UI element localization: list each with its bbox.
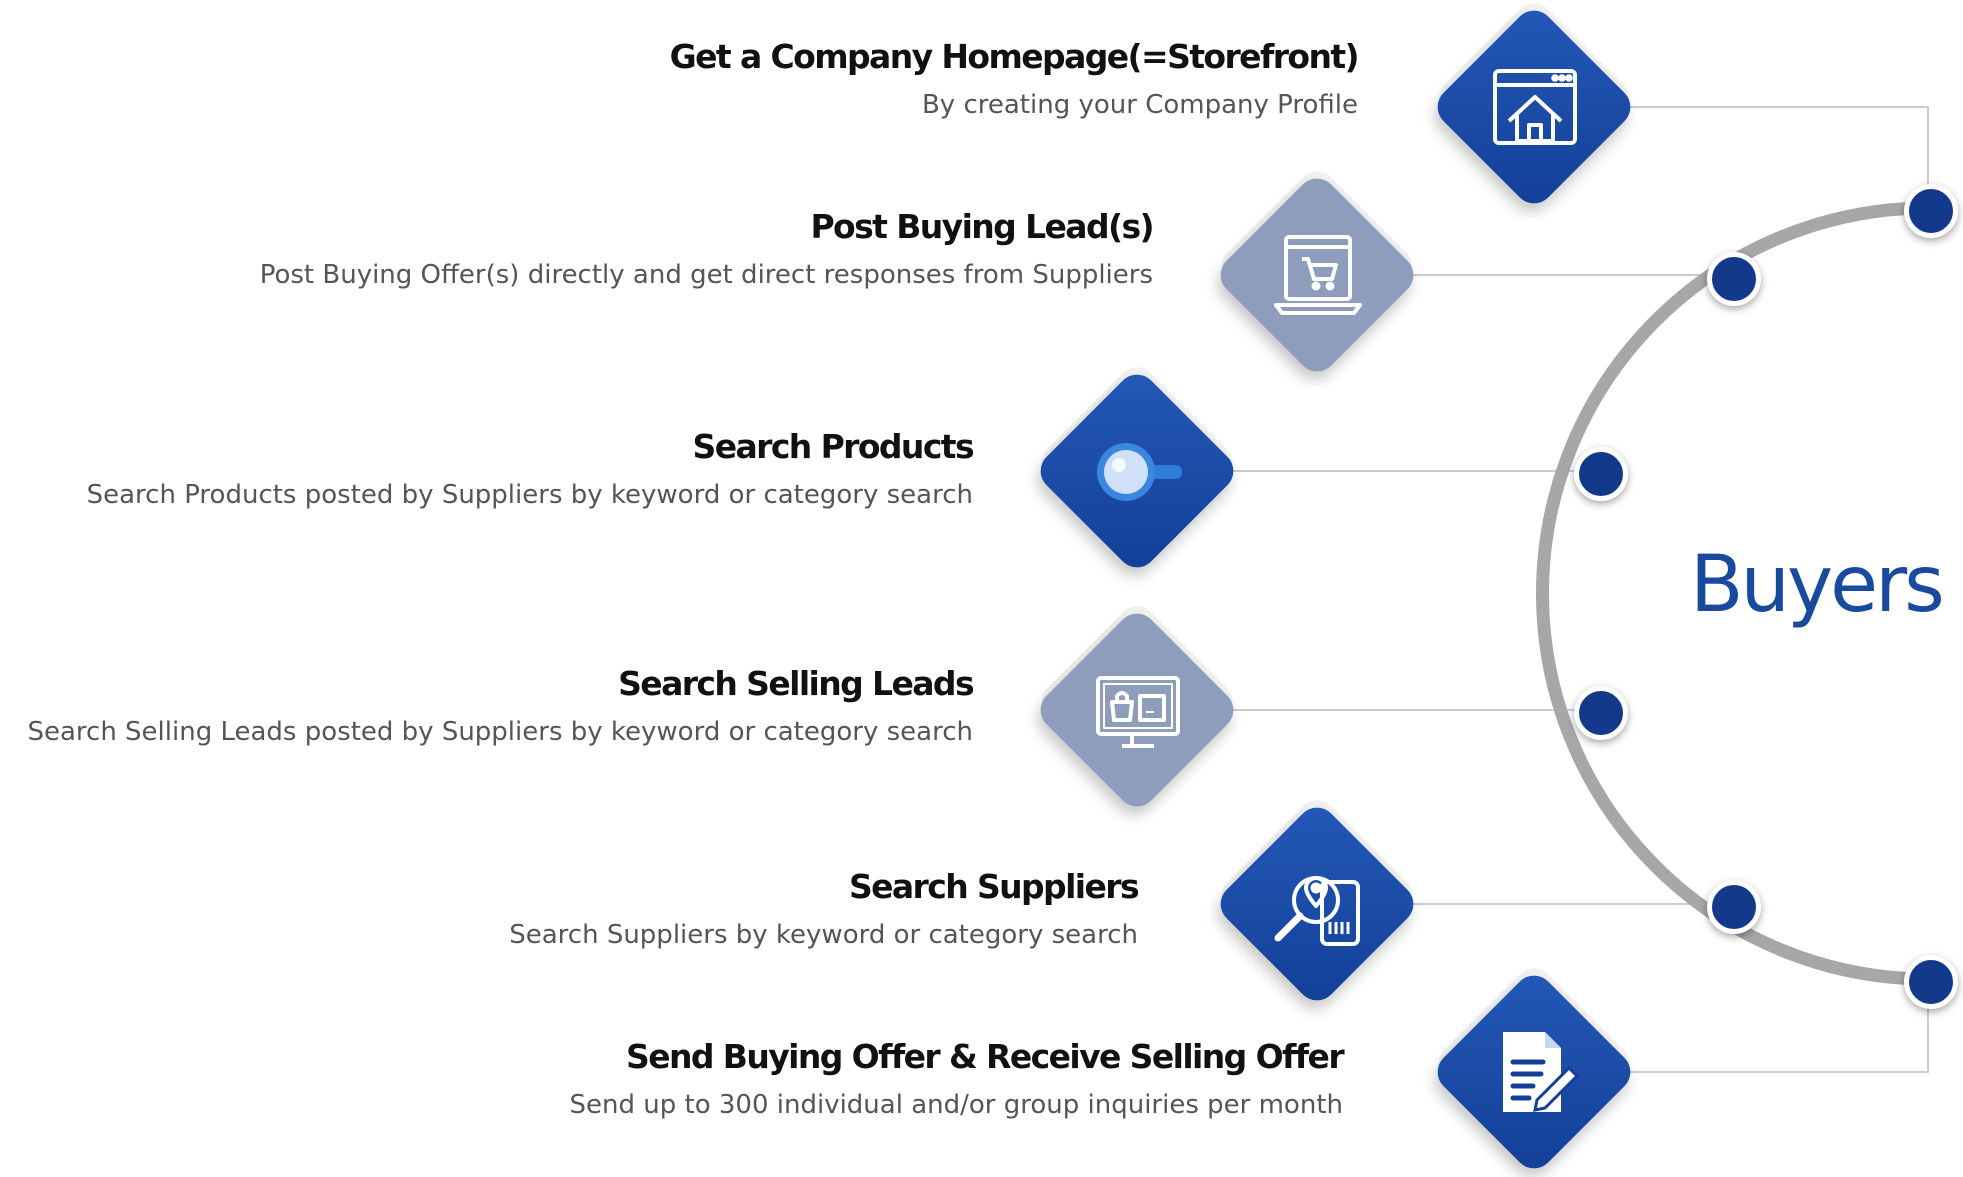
storefront-icon [1480,52,1590,162]
connector-line [1600,979,1929,1073]
feature-search-suppliers: Search Suppliers Search Suppliers by key… [509,867,1140,951]
feature-title: Search Suppliers [848,867,1140,906]
feature-description: By creating your Company Profile [921,89,1358,120]
connector-line [1600,106,1929,208]
feature-search-selling-leads: Search Selling Leads Search Selling Lead… [27,664,974,748]
shopping-cart-laptop-icon [1263,220,1373,330]
feature-description: Search Suppliers by keyword or category … [509,919,1138,950]
audience-label: Buyers [1690,540,1945,630]
timeline-node [1904,184,1958,238]
document-edit-icon [1480,1017,1590,1127]
feature-description: Send up to 300 individual and/or group i… [569,1089,1343,1120]
timeline-node [1574,686,1628,740]
magnifier-icon [1083,416,1193,526]
feature-title: Send Buying Offer & Receive Selling Offe… [626,1037,1345,1076]
timeline-node [1707,880,1761,934]
feature-storefront: Get a Company Homepage(=Storefront) By c… [669,37,1360,121]
monitor-product-icon [1083,655,1193,765]
feature-title: Post Buying Lead(s) [810,207,1154,246]
feature-title: Search Selling Leads [618,664,974,703]
timeline-node [1574,447,1628,501]
feature-send-buying-offer: Send Buying Offer & Receive Selling Offe… [569,1037,1345,1121]
feature-title: Get a Company Homepage(=Storefront) [669,37,1360,76]
diagram-background [1230,106,1929,1073]
feature-post-buying-lead: Post Buying Lead(s) Post Buying Offer(s)… [259,207,1155,291]
feature-description: Search Selling Leads posted by Suppliers… [27,716,973,747]
location-search-icon [1263,849,1373,959]
feature-description: Search Products posted by Suppliers by k… [86,479,973,510]
feature-title: Search Products [692,427,975,466]
feature-description: Post Buying Offer(s) directly and get di… [259,259,1153,290]
timeline-node [1707,252,1761,306]
feature-search-products: Search Products Search Products posted b… [86,427,975,511]
timeline-node [1904,955,1958,1009]
